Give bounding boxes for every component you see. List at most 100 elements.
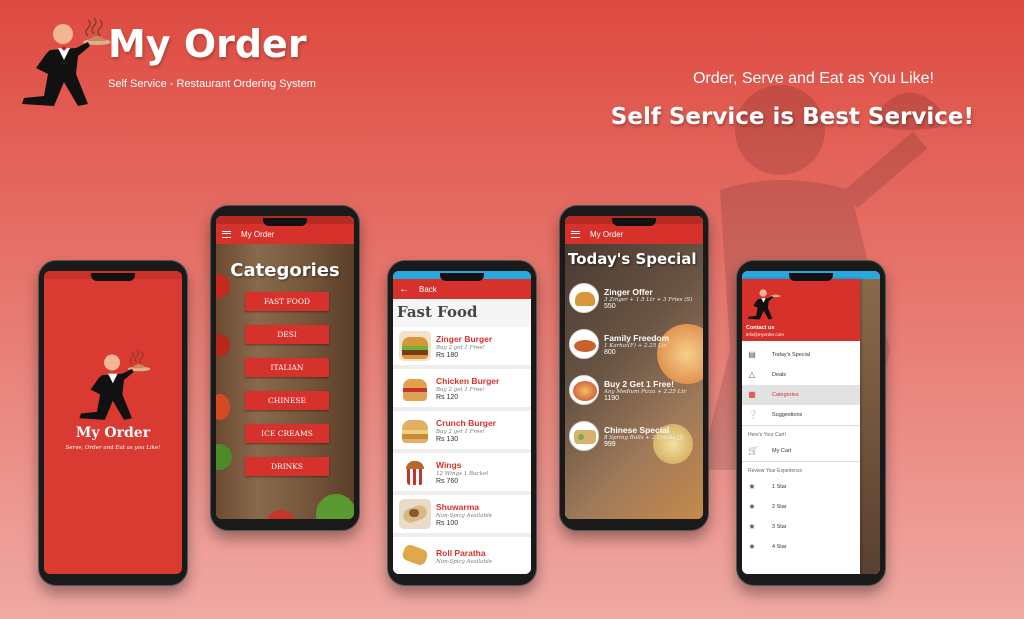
item-name: Buy 2 Get 1 Free! (604, 378, 674, 389)
item-price: Rs 100 (436, 519, 459, 527)
drawer-item-label: 3 Star (772, 524, 787, 530)
chinese-special-image (569, 421, 599, 451)
back-button[interactable]: Back (419, 285, 437, 294)
item-name: Chicken Burger (436, 375, 500, 386)
list-item[interactable]: Chinese Special 8 Spring Rolls + 2 Drink… (569, 418, 699, 454)
list-item[interactable]: Zinger Burger Buy 2 get 1 Free! Rs 180 (393, 327, 531, 369)
pepper-decoration (216, 394, 230, 420)
categories-screen: My Order Categories FAST FOOD DESI ITALI… (216, 216, 354, 519)
hamburger-menu-icon[interactable] (222, 230, 231, 238)
drawer-item-1-star[interactable]: ★ 1 Star (742, 477, 860, 497)
hero-tagline: Order, Serve and Eat as You Like! (692, 70, 934, 87)
fast-food-screen: ← Back Fast Food Zinger Burger Buy 2 get… (393, 271, 531, 574)
drawer-header: Contact us info@myorder.com (742, 279, 860, 341)
drawer-item-4-star[interactable]: ★ 4 Star (742, 537, 860, 557)
drawer-item-label: Categories (772, 392, 799, 398)
list-item[interactable]: Buy 2 Get 1 Free! Any Medium Pizza + 2.2… (569, 372, 699, 408)
burger-image (399, 331, 431, 361)
item-price: Rs 130 (436, 435, 459, 443)
todays-special-heading: Today's Special (568, 250, 697, 268)
list-item[interactable]: Shuwarma Non-Spicy Available Rs 100 (393, 495, 531, 537)
item-description: 3 Zinger + 1.5 Ltr + 3 Fries (S) (604, 296, 693, 303)
item-description: Non-Spicy Available (436, 558, 492, 565)
item-name: Wings (436, 459, 462, 470)
item-price: 1190 (604, 394, 620, 402)
category-ice-creams-button[interactable]: ICE CREAMS (245, 424, 329, 443)
category-chinese-button[interactable]: CHINESE (245, 391, 329, 410)
cart-section-header: Here's Your Cart! (742, 425, 860, 441)
drawer-item-label: 2 Star (772, 504, 787, 510)
drawer-scrim[interactable] (858, 279, 880, 574)
list-item[interactable]: Zinger Offer 3 Zinger + 1.5 Ltr + 3 Frie… (569, 280, 699, 316)
list-item[interactable]: Family Freedom 1 Karhai(F) + 2.25 Ltr 80… (569, 326, 699, 362)
drawer-item-label: 4 Star (772, 544, 787, 550)
drawer-item-deals[interactable]: △ Deals (742, 365, 860, 385)
item-price: Rs 120 (436, 393, 459, 401)
burger-image (399, 415, 431, 445)
todays-special-screen: My Order Today's Special Zinger Offer 3 … (565, 216, 703, 519)
greens-decoration (216, 444, 232, 470)
drawer-item-label: Suggestions (772, 412, 803, 418)
item-name: Roll Paratha (436, 547, 486, 558)
shawarma-image (399, 499, 431, 529)
back-arrow-icon[interactable]: ← (399, 284, 409, 295)
categories-heading: Categories (230, 260, 340, 281)
item-name: Family Freedom (604, 332, 670, 343)
drawer-item-categories[interactable]: ▦ Categories (742, 385, 860, 405)
camera-notch (91, 273, 135, 281)
list-item[interactable]: Roll Paratha Non-Spicy Available (393, 537, 531, 574)
star-icon: ★ (748, 482, 756, 491)
roll-paratha-image (399, 541, 431, 571)
category-italian-button[interactable]: ITALIAN (245, 358, 329, 377)
tomato-decoration (216, 334, 230, 356)
drawer-item-label: 1 Star (772, 484, 787, 490)
contact-email[interactable]: info@myorder.com (746, 332, 784, 337)
category-drinks-button[interactable]: DRINKS (245, 457, 329, 476)
item-name: Zinger Offer (604, 286, 653, 297)
item-name: Zinger Burger (436, 333, 493, 344)
zinger-offer-image (569, 283, 599, 313)
pizza-deal-image (569, 375, 599, 405)
help-icon: ❔ (748, 410, 758, 419)
navigation-drawer: Contact us info@myorder.com ▤ Today's Sp… (742, 279, 860, 574)
drawer-item-label: Deals (772, 372, 787, 378)
splash-screen: My Order Serve, Order and Eat as you Lik… (44, 271, 182, 574)
app-bar: My Order (565, 224, 703, 244)
category-fast-food-button[interactable]: FAST FOOD (245, 292, 329, 311)
drawer-item-suggestions[interactable]: ❔ Suggestions (742, 405, 860, 425)
item-description: 1 Karhai(F) + 2.25 Ltr (604, 342, 667, 349)
item-description: Buy 2 get 1 Free! (436, 386, 485, 393)
list-item[interactable]: Chicken Burger Buy 2 get 1 Free! Rs 120 (393, 369, 531, 411)
app-bar-title: My Order (590, 229, 624, 239)
drawer-item-2-star[interactable]: ★ 2 Star (742, 497, 860, 517)
menu-book-icon: ▤ (748, 350, 756, 359)
star-icon: ★ (748, 522, 756, 531)
drawer-item-3-star[interactable]: ★ 3 Star (742, 517, 860, 537)
camera-notch (789, 273, 833, 281)
app-bar: My Order (216, 224, 354, 244)
item-price: Rs 760 (436, 477, 459, 485)
star-icon: ★ (748, 542, 756, 551)
tomato-decoration (266, 510, 296, 519)
hamburger-menu-icon[interactable] (571, 230, 580, 238)
item-description: Buy 2 get 1 Free! (436, 428, 485, 435)
phone-todays-special: My Order Today's Special Zinger Offer 3 … (559, 205, 709, 531)
list-item[interactable]: Wings 12 Wings 1 Bucket Rs 760 (393, 453, 531, 495)
drawer-screen: Contact us info@myorder.com ▤ Today's Sp… (742, 271, 880, 574)
drawer-item-todays-special[interactable]: ▤ Today's Special (742, 345, 860, 365)
item-price: 999 (604, 440, 616, 448)
phone-navigation-drawer: Contact us info@myorder.com ▤ Today's Sp… (736, 260, 886, 586)
item-description: Buy 2 get 1 Free! (436, 344, 485, 351)
category-desi-button[interactable]: DESI (245, 325, 329, 344)
item-description: 12 Wings 1 Bucket (436, 470, 489, 477)
item-description: Non-Spicy Available (436, 512, 492, 519)
camera-notch (440, 273, 484, 281)
cart-icon: 🛒 (748, 446, 758, 455)
drawer-item-my-cart[interactable]: 🛒 My Cart (742, 441, 860, 461)
list-item[interactable]: Crunch Burger Buy 2 get 1 Free! Rs 130 (393, 411, 531, 453)
brand-subtitle: Self Service - Restaurant Ordering Syste… (108, 78, 316, 90)
review-section-header: Review Your Experience (742, 461, 860, 477)
waiter-logo-icon (79, 349, 151, 420)
item-description: 8 Spring Rolls + 2 Drinks (J) (604, 434, 684, 441)
splash-subtitle: Serve, Order and Eat as you Like! (65, 445, 161, 451)
